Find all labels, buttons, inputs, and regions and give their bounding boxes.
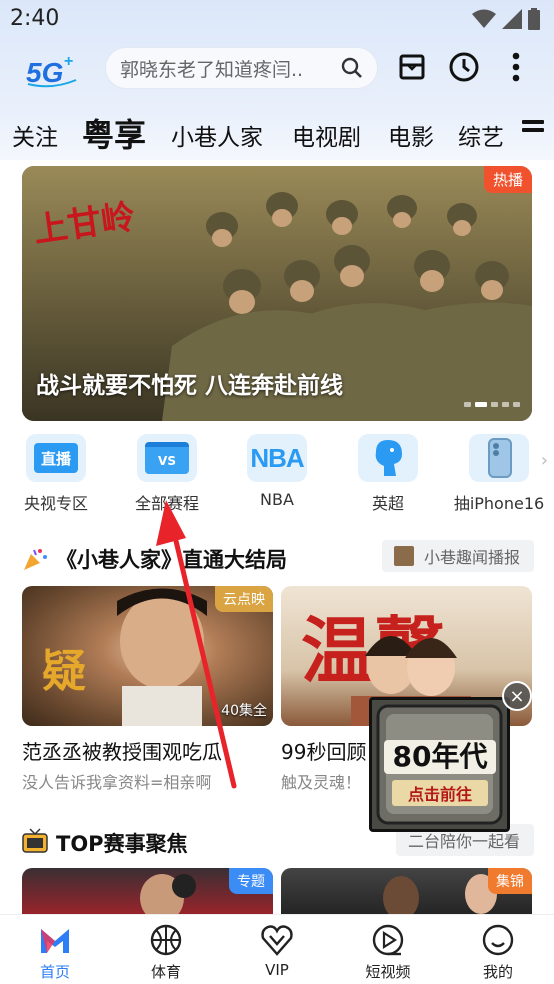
bottom-nav-label: 短视频 [365, 963, 411, 981]
thumbnail-icon [393, 546, 414, 566]
close-icon[interactable]: × [502, 681, 532, 711]
bottom-nav-home[interactable]: 首页 [15, 923, 95, 982]
nba-icon: NBA [247, 434, 307, 482]
section-link-label: 小巷趣闻播报 [423, 548, 520, 567]
smile-face-icon [481, 923, 515, 957]
card-title: 范丞丞被教授围观吃瓜 [22, 740, 222, 764]
quick-link-nba[interactable]: NBA NBA [229, 434, 325, 509]
status-icons [472, 8, 540, 30]
bottom-nav-label: 体育 [150, 963, 181, 981]
status-bar: 2:40 [0, 0, 554, 36]
card-badge: 专题 [229, 868, 273, 894]
tab-variety[interactable]: 综艺 [458, 118, 504, 152]
bottom-nav-label: 首页 [39, 963, 70, 981]
bottom-navigation: 首页 体育 VIP 短视频 我的 [0, 914, 554, 984]
hero-banner[interactable]: 上甘岭 热播 战斗就要不怕死 八连奔赴前线 [22, 166, 532, 421]
quick-link-label: 全部赛程 [134, 494, 199, 513]
quick-link-label: 英超 [371, 494, 404, 513]
channel-tabs: 关注 粤享 小巷人家 电视剧 电影 综艺 [0, 108, 554, 154]
card-subtitle: 没人告诉我拿资料=相亲啊 [22, 773, 212, 792]
section-title: 《小巷人家》直通大结局 [56, 548, 287, 572]
search-input[interactable]: 郭晓东老了知道疼闫.. [120, 55, 341, 82]
bottom-nav-vip[interactable]: VIP [237, 923, 317, 979]
search-icon[interactable] [341, 57, 363, 79]
tab-tv-series[interactable]: 电视剧 [292, 118, 361, 152]
bottom-nav-label: VIP [265, 961, 289, 979]
iphone-icon [469, 434, 529, 482]
bottom-nav-sports[interactable]: 体育 [126, 923, 206, 982]
event-card[interactable]: 专题 [22, 868, 273, 918]
event-card[interactable]: 集锦 [281, 868, 532, 918]
floating-ad[interactable]: 80年代 点击前往 [369, 697, 510, 832]
poster-text: 疑 [42, 646, 86, 697]
tv-icon [22, 828, 48, 853]
search-bar[interactable]: 郭晓东老了知道疼闫.. [105, 47, 378, 89]
chevron-right-icon[interactable]: › [541, 450, 548, 471]
quick-link-label: NBA [260, 490, 294, 509]
quick-links: 直播 央视专区 VS 全部赛程 NBA NBA 英超 抽iPhone16 › [0, 434, 554, 514]
party-popper-icon [24, 549, 47, 570]
premier-league-lion-icon [358, 434, 418, 482]
clock-icon[interactable] [448, 50, 480, 84]
status-time: 2:40 [10, 6, 60, 31]
calendar-vs-icon: VS [137, 434, 197, 482]
tab-movie[interactable]: 电影 [388, 118, 434, 152]
tab-yuexiang[interactable]: 粤享 [82, 110, 146, 156]
tab-xiaoxiang[interactable]: 小巷人家 [171, 118, 263, 152]
carousel-indicator [464, 402, 520, 407]
quick-link-premier-league[interactable]: 英超 [340, 434, 436, 514]
live-tv-icon: 直播 [26, 434, 86, 482]
svg-text:+: + [64, 53, 73, 70]
banner-title: 战斗就要不怕死 八连奔赴前线 [36, 373, 344, 399]
video-card[interactable]: 疑 云点映 40集全 范丞丞被教授围观吃瓜 没人告诉我拿资料=相亲啊 [22, 586, 273, 793]
event-thumbnail: 集锦 [281, 868, 532, 918]
mail-icon[interactable] [396, 50, 428, 84]
ad-title: 80年代 [384, 740, 496, 774]
wifi-icon [472, 9, 496, 28]
card-badge: 云点映 [215, 586, 273, 612]
vip-heart-icon [260, 923, 294, 957]
section-header-xiaoxiang: 《小巷人家》直通大结局 小巷趣闻播报 [22, 540, 534, 576]
play-circle-icon [371, 923, 405, 957]
logo-5g-icon[interactable]: 5G + [24, 50, 82, 88]
quick-link-schedule[interactable]: VS 全部赛程 [119, 434, 215, 514]
quick-link-label: 央视专区 [23, 494, 88, 513]
section-title: TOP赛事聚焦 [56, 832, 188, 856]
episode-count: 40集全 [221, 703, 267, 719]
logo-text: 5G [26, 57, 63, 88]
section-link-button[interactable]: 小巷趣闻播报 [381, 540, 534, 572]
event-thumbnail: 专题 [22, 868, 273, 918]
ad-cta-button[interactable]: 点击前往 [392, 780, 488, 806]
home-m-icon [38, 923, 72, 957]
channel-menu-icon[interactable] [522, 120, 544, 138]
more-vert-icon[interactable] [500, 50, 532, 84]
quick-link-label: 抽iPhone16 [453, 494, 545, 513]
bottom-nav-mine[interactable]: 我的 [458, 923, 538, 982]
signal-icon [502, 9, 522, 29]
hot-badge: 热播 [483, 166, 532, 193]
card-badge: 集锦 [488, 868, 532, 894]
bottom-nav-short-video[interactable]: 短视频 [348, 923, 428, 982]
battery-icon [528, 8, 540, 30]
quick-link-iphone[interactable]: 抽iPhone16 [451, 434, 547, 514]
tab-follow[interactable]: 关注 [12, 118, 58, 152]
quick-link-cctv[interactable]: 直播 央视专区 [8, 434, 104, 514]
bottom-nav-label: 我的 [482, 963, 513, 981]
video-thumbnail: 疑 云点映 40集全 [22, 586, 273, 726]
basketball-icon [149, 923, 183, 957]
